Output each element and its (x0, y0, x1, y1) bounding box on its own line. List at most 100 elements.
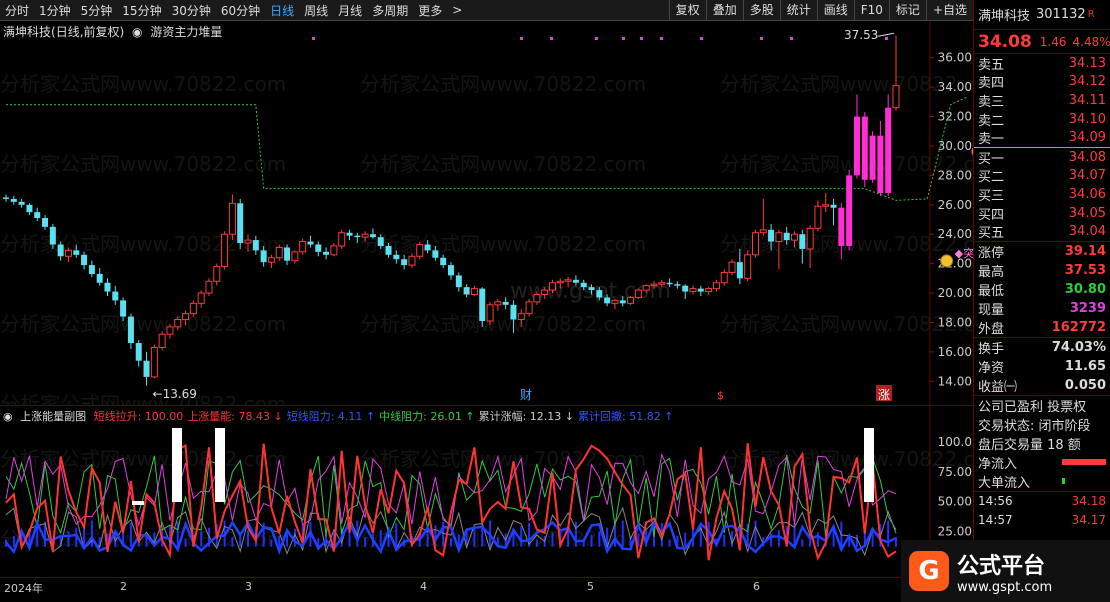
timeframe-3[interactable]: 15分钟 (117, 2, 166, 19)
bids-label: 买四 (978, 207, 1005, 223)
timeframe-5[interactable]: 60分钟 (216, 2, 265, 19)
bids-row: 买一 34.08 (974, 148, 1110, 167)
watermark-text: 分析家公式网www.70822.com (360, 152, 646, 176)
bids-row: 买二 34.07 (974, 167, 1110, 185)
info-row: 盘后交易量 18 额 (974, 434, 1110, 453)
bids-row: 买五 34.04 (974, 222, 1110, 241)
candle-body (34, 212, 41, 219)
date-label: 5 (587, 580, 594, 593)
toolbar-button-2[interactable]: 多股 (742, 0, 780, 21)
candle-body (3, 197, 9, 199)
candle-body (846, 175, 853, 246)
asks-price: 34.13 (1068, 55, 1106, 71)
sub-indicator-chart[interactable]: 100.0 75.00 50.00 25.00 分析家公式网www.70822.com 分… (0, 405, 1006, 578)
stat2-label: 收益㈠ (978, 379, 1018, 395)
candle-body (205, 280, 213, 294)
asks-label: 卖四 (978, 76, 1005, 92)
toolbar-button-3[interactable]: 统计 (779, 0, 817, 21)
candle-body (775, 232, 783, 243)
timeframe-1[interactable]: 1分钟 (34, 2, 76, 19)
more-chevron-icon[interactable]: > (447, 3, 467, 17)
timeframe-10[interactable]: 更多 (413, 2, 447, 19)
stat2-value: 74.03% (1051, 339, 1106, 355)
candle-body (315, 244, 322, 252)
candle-body (470, 288, 478, 296)
candle-body (408, 255, 416, 266)
timeframe-2[interactable]: 5分钟 (76, 2, 118, 19)
toolbar-button-6[interactable]: 标记 (888, 0, 926, 21)
stat-value: 3239 (1069, 300, 1106, 316)
candle-body (783, 232, 790, 241)
price-change-pct: 4.48% (1072, 34, 1110, 49)
candle-body (892, 85, 900, 109)
y-tick-label: 32.00 (938, 110, 972, 124)
candle-body (634, 289, 642, 298)
candle-body (88, 265, 95, 274)
candle-body (494, 301, 502, 306)
flow-label: 净流入 (978, 456, 1018, 472)
toolbar-button-0[interactable]: 复权 (668, 0, 706, 21)
candle-body (440, 257, 447, 266)
stat-value: 37.53 (1064, 262, 1106, 278)
quote-price-row: 34.08 1.46 4.48% (974, 30, 1110, 54)
candle-body (346, 232, 353, 236)
candle-body (768, 229, 775, 242)
toolbar-button-4[interactable]: 画线 (816, 0, 854, 21)
flow-bar (1062, 478, 1065, 485)
candle-body (650, 283, 658, 287)
stat2-value: 11.65 (1064, 358, 1106, 374)
candle-body (57, 244, 64, 257)
candle-body (705, 288, 713, 293)
toolbar-button-1[interactable]: 叠加 (705, 0, 743, 21)
sub-indicator-name[interactable]: 上涨能量副图 (20, 410, 86, 423)
candle-body (479, 288, 486, 321)
timeframe-0[interactable]: 分时 (0, 2, 34, 19)
y-tick-label: 14.00 (938, 374, 972, 388)
candle-body (712, 282, 720, 290)
timeframe-9[interactable]: 多周期 (367, 2, 413, 19)
toolbar-button-5[interactable]: F10 (853, 0, 889, 21)
date-label: 6 (753, 580, 760, 593)
indicator-dropdown-icon[interactable]: ◉ (132, 25, 142, 39)
tick-row: 14:56 34.18 (974, 492, 1110, 511)
timeframe-7[interactable]: 周线 (299, 2, 333, 19)
candle-body (377, 237, 384, 246)
candle-body (275, 246, 283, 259)
candle-body (354, 235, 361, 238)
asks-row: 卖三 34.11 (974, 91, 1110, 110)
candle-body (448, 265, 454, 276)
indicator-name[interactable]: 游资主力堆量 (150, 25, 222, 39)
timeframe-6[interactable]: 日线 (265, 2, 299, 19)
sub-chart-svg: 100.075.0050.0025.00分析家公式网www.70822.com 分… (0, 406, 1006, 578)
watermark-text: 分析家公式网www.70822.com (0, 447, 286, 471)
candle-body (174, 319, 182, 328)
candle-body (463, 287, 470, 295)
stats2-list: 换手 74.03% 净资 11.65 收益㈠ 0.050 (974, 338, 1110, 395)
candle-body (401, 259, 408, 266)
candle-body (150, 346, 158, 378)
candle-body (627, 296, 635, 304)
support-line (6, 96, 967, 201)
sub-settings-icon[interactable]: ◉ (3, 410, 13, 423)
stock-mode: (日线,前复权) (51, 25, 125, 39)
main-kline-chart[interactable]: 满坤科技(日线,前复权) ◉ 游资主力堆量 分析家公式网www.70822.co… (0, 21, 1016, 416)
sub-chart-title: ◉ 上涨能量副图 短线拉升: 100.00 上涨量能: 78.43 ↓ 短线阻力: … (3, 408, 677, 424)
breakout-label: ◆突破 (955, 246, 973, 260)
watermark-text: 分析家公式网www.70822.com (0, 232, 286, 256)
candle-body (182, 313, 190, 321)
flow-row: 净流入 (974, 453, 1110, 472)
candle-body (307, 241, 314, 245)
candle-body (869, 135, 876, 180)
candle-body (642, 285, 650, 291)
timeframe-4[interactable]: 30分钟 (167, 2, 216, 19)
date-label: 3 (245, 580, 252, 593)
candle-body (877, 135, 884, 194)
toolbar-button-7[interactable]: +自选 (925, 0, 973, 21)
asks-label: 卖二 (978, 113, 1005, 129)
timeframe-8[interactable]: 月线 (333, 2, 367, 19)
y-tick-label: 34.00 (938, 80, 972, 94)
limit-up-marker: 涨 (878, 387, 890, 402)
quote-stock-code: 301132 (1036, 7, 1086, 22)
stat-label: 最低 (978, 283, 1005, 299)
watermark-text: 分析家公式网www.70822.com (0, 392, 286, 405)
